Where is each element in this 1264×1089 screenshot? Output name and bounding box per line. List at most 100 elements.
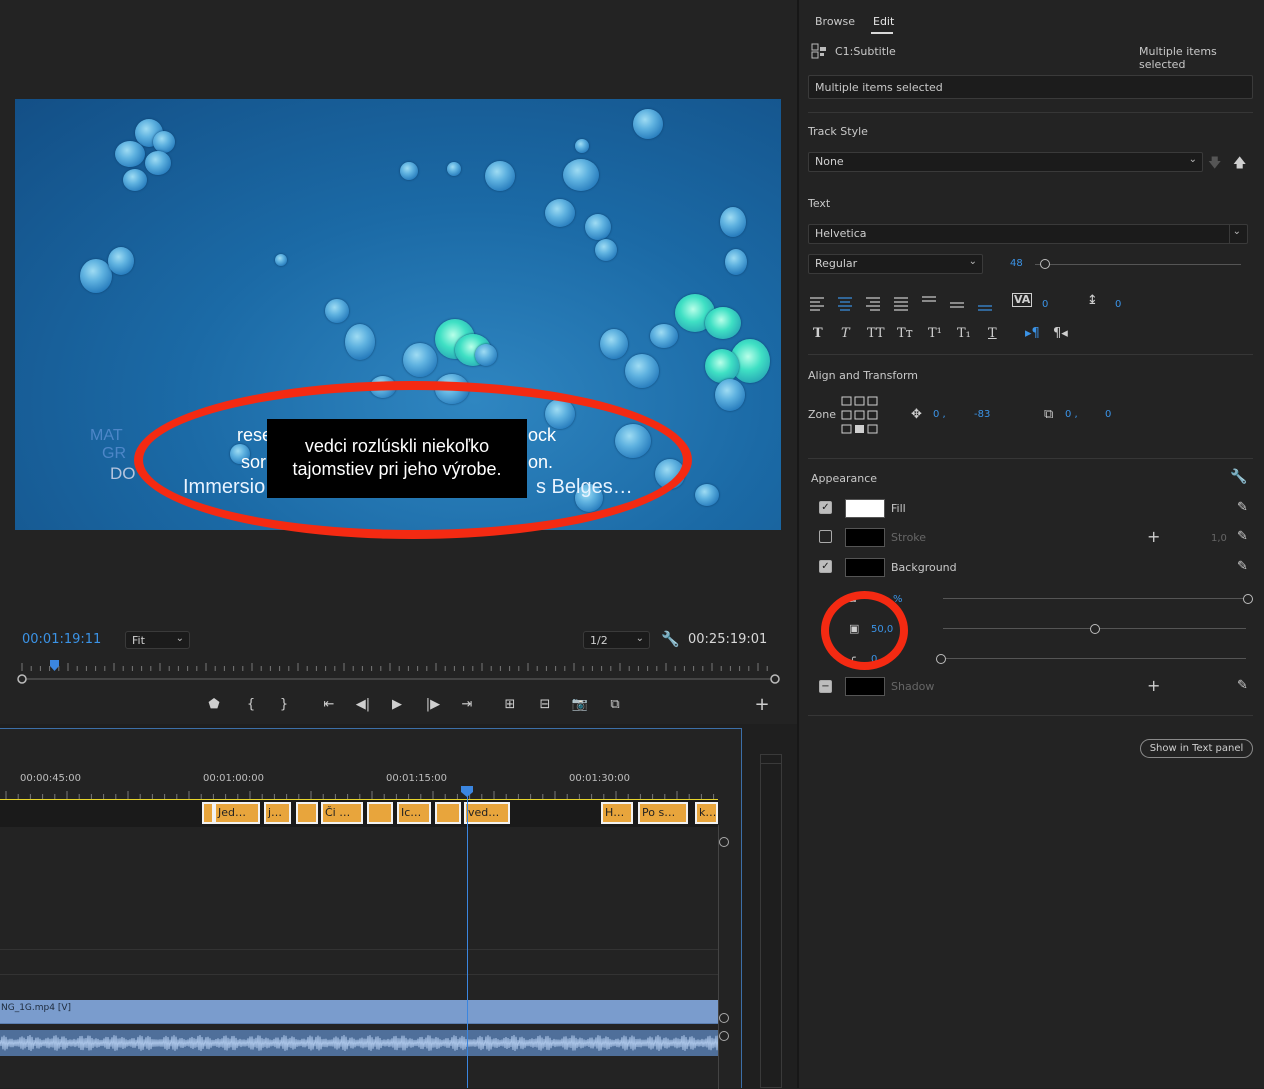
text-layer-field[interactable]: Multiple items selected [808, 75, 1253, 99]
subscript-button[interactable]: T₁ [957, 326, 971, 341]
ltr-direction-button[interactable]: ▸¶ [1025, 326, 1040, 341]
resolution-dropdown[interactable]: 1/2 ⌄ [583, 631, 650, 649]
go-to-out-button[interactable]: ⇥ [456, 697, 478, 712]
show-in-text-panel-button[interactable]: Show in Text panel [1140, 739, 1253, 758]
lift-button[interactable]: ⊞ [499, 697, 521, 712]
monitor-ruler[interactable] [0, 655, 797, 690]
tab-edit[interactable]: Edit [873, 15, 894, 28]
background-checkbox[interactable]: ✓ [819, 560, 832, 573]
eyedropper-icon[interactable]: ✎ [1237, 500, 1248, 515]
subtitle-clip[interactable]: H… [601, 802, 633, 824]
shadow-color-swatch[interactable] [845, 677, 885, 696]
tab-browse[interactable]: Browse [815, 15, 855, 28]
subtitle-clip[interactable]: k… [695, 802, 718, 824]
justify-button[interactable] [893, 295, 911, 313]
position-x-value[interactable]: 0 , [933, 409, 946, 420]
go-to-in-button[interactable]: ⇤ [318, 697, 340, 712]
audio-clip[interactable] [0, 1030, 720, 1056]
scale-x-value[interactable]: 0 , [1065, 409, 1078, 420]
wrench-icon[interactable]: 🔧 [661, 630, 680, 648]
step-forward-button[interactable]: |▶ [422, 697, 444, 712]
subtitle-clip[interactable] [435, 802, 461, 824]
video-clip[interactable]: NG_1G.mp4 [V] [0, 1000, 718, 1024]
track-divider [0, 974, 718, 975]
font-size-value[interactable]: 48 [1010, 258, 1023, 269]
eyedropper-icon[interactable]: ✎ [1237, 678, 1248, 693]
shadow-checkbox[interactable]: − [819, 680, 832, 693]
program-monitor: MAT GR DO rese sor Immersio ock on. s Be… [0, 0, 797, 724]
fill-color-swatch[interactable] [845, 499, 885, 518]
bg-size-slider-handle[interactable] [1089, 624, 1100, 634]
subtitle-clip[interactable]: Po s… [638, 802, 688, 824]
fit-dropdown[interactable]: Fit ⌄ [125, 631, 190, 649]
position-y-value[interactable]: -83 [974, 409, 990, 420]
faux-italic-button[interactable]: T [841, 326, 850, 341]
bg-radius-slider-handle[interactable] [936, 654, 946, 664]
scale-y-value[interactable]: 0 [1105, 409, 1111, 420]
chevron-down-icon: ⌄ [175, 633, 184, 644]
fill-checkbox[interactable]: ✓ [819, 501, 832, 514]
compare-view-button[interactable]: ⧉ [604, 697, 626, 712]
eyedropper-icon[interactable]: ✎ [1237, 559, 1248, 574]
align-middle-button[interactable] [949, 295, 967, 313]
scroll-handle[interactable] [719, 1031, 729, 1041]
scroll-handle[interactable] [719, 837, 729, 847]
all-caps-button[interactable]: TT [867, 326, 885, 341]
play-button[interactable]: ▶ [386, 697, 408, 712]
align-right-button[interactable] [865, 295, 883, 313]
current-timecode[interactable]: 00:01:19:11 [22, 632, 101, 647]
stroke-width-value[interactable]: 1,0 [1211, 533, 1227, 544]
leading-value[interactable]: 0 [1115, 299, 1121, 310]
subtitle-clip[interactable]: j… [264, 802, 291, 824]
kerning-value[interactable]: 0 [1042, 299, 1048, 310]
stroke-checkbox[interactable] [819, 530, 832, 543]
font-style-dropdown[interactable]: Regular ⌄ [808, 254, 983, 274]
playhead-handle[interactable] [461, 786, 474, 798]
background-color-swatch[interactable] [845, 558, 885, 577]
align-left-button[interactable] [809, 295, 827, 313]
align-bottom-button[interactable] [977, 295, 995, 313]
font-size-slider[interactable] [1035, 264, 1241, 265]
bg-opacity-slider-handle[interactable] [1243, 594, 1253, 604]
bg-opacity-slider[interactable] [943, 598, 1246, 599]
push-style-down-icon[interactable]: 🡇 [1208, 154, 1221, 176]
bg-radius-slider[interactable] [943, 658, 1246, 659]
rtl-direction-button[interactable]: ¶◂ [1053, 326, 1068, 341]
subtitle-clip[interactable]: ved… [464, 802, 510, 824]
small-caps-button[interactable]: Tт [897, 326, 913, 341]
divider [808, 458, 1253, 459]
audio-waveform [0, 1034, 720, 1052]
add-shadow-button[interactable]: + [1147, 676, 1160, 695]
stroke-color-swatch[interactable] [845, 528, 885, 547]
subtitle-clip[interactable]: Ic… [397, 802, 431, 824]
superscript-button[interactable]: T¹ [928, 326, 942, 341]
step-back-button[interactable]: ◀| [352, 697, 374, 712]
subtitle-clip[interactable] [202, 802, 214, 824]
subtitle-clip[interactable] [296, 802, 318, 824]
subtitle-clip[interactable]: Jed… [214, 802, 260, 824]
wrench-icon[interactable]: 🔧 [1230, 469, 1247, 485]
align-center-button[interactable] [837, 295, 855, 313]
push-style-up-icon[interactable]: 🡅 [1233, 154, 1246, 176]
scroll-handle[interactable] [719, 1013, 729, 1023]
mark-out-button[interactable]: } [273, 697, 295, 712]
zone-grid[interactable] [841, 396, 881, 436]
underline-button[interactable]: T [988, 326, 997, 341]
resolution-value: 1/2 [590, 634, 608, 647]
subtitle-clip[interactable]: Či … [321, 802, 363, 824]
align-top-button[interactable] [921, 295, 939, 313]
eyedropper-icon[interactable]: ✎ [1237, 529, 1248, 544]
add-marker-button[interactable]: ⬟ [203, 697, 225, 712]
extract-button[interactable]: ⊟ [534, 697, 556, 712]
font-dropdown[interactable]: Helvetica ⌄ [808, 224, 1248, 244]
faux-bold-button[interactable]: T [813, 326, 823, 341]
font-size-slider-handle[interactable] [1040, 259, 1051, 269]
add-button[interactable]: + [751, 694, 773, 715]
playhead-line [467, 795, 468, 1088]
add-stroke-button[interactable]: + [1147, 527, 1160, 546]
zone-label: Zone [808, 408, 837, 421]
track-style-dropdown[interactable]: None ⌄ [808, 152, 1203, 172]
mark-in-button[interactable]: { [240, 697, 262, 712]
camera-icon[interactable]: 📷 [569, 697, 591, 712]
subtitle-clip[interactable] [367, 802, 393, 824]
